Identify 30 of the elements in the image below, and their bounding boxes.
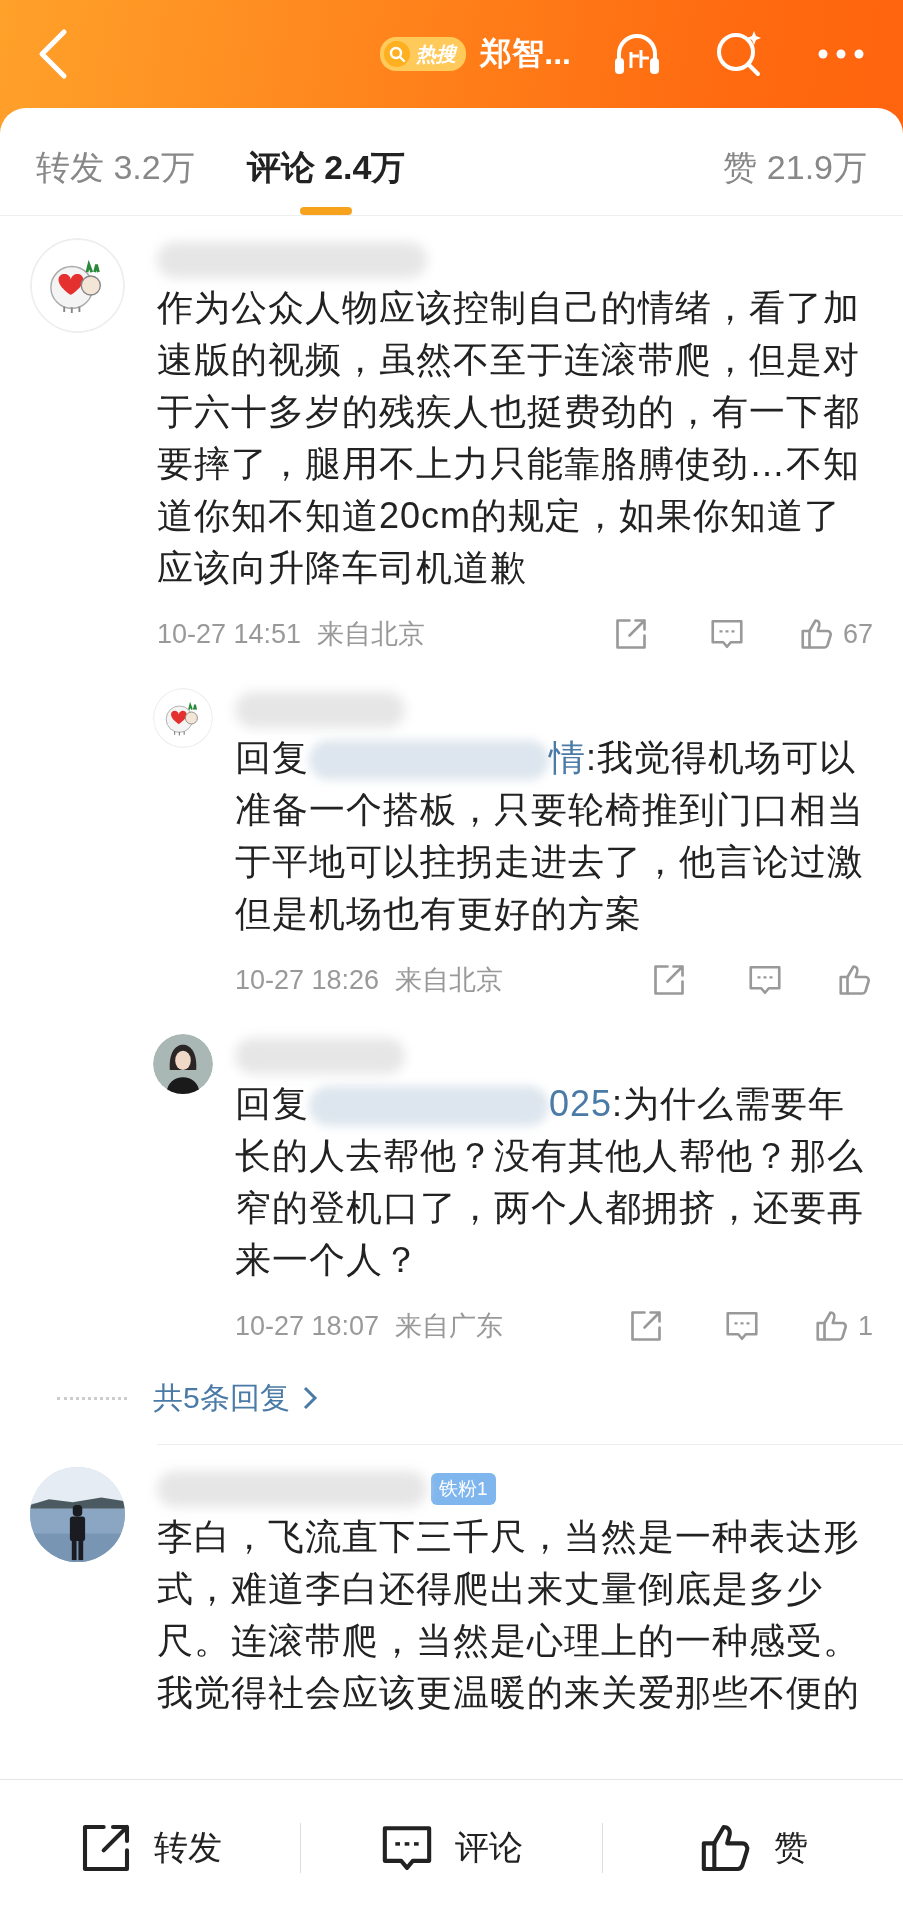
fan-badge: 铁粉1 (431, 1473, 496, 1505)
share-icon[interactable] (651, 962, 687, 998)
comment-button[interactable]: 评论 (301, 1819, 602, 1877)
sheep-avatar-icon[interactable] (30, 238, 125, 333)
topic-title[interactable]: 郑智... (480, 32, 571, 76)
like-count: 67 (842, 618, 873, 650)
avatar-icon[interactable] (153, 1034, 213, 1094)
tab[interactable]: 评论 2.4万 (246, 121, 406, 215)
comment-text: 作为公众人物应该控制自己的情绪，看了加速版的视频，虽然不至于连滚带爬，但是对于六十多岁的残疾人也挺费劲的，有一下都要摔了，腿用不上力只能靠胳膊使劲…不知道你知不知道20cm的规定，如果你知道了应该向升降车司机道歉 (157, 286, 861, 590)
reply-text: 回复 情:我觉得机场可以准备一个搭板，只要轮椅推到门口相当于平地可以拄拐走进去了，他言论过激但是机场也有更好的方案 (235, 736, 865, 936)
tab[interactable]: 转发 3.2万 (36, 121, 195, 215)
thumbs-up-icon[interactable] (837, 962, 873, 998)
chevron-right-icon (301, 1385, 318, 1411)
thumbs-up-icon[interactable] (813, 1308, 850, 1344)
more-replies-link[interactable]: 共5条回复 (153, 1377, 318, 1419)
comment-time: 10-27 18:26 (235, 964, 380, 996)
reply-text: 回复 025:为什么需要年长的人去帮他？没有其他人帮他？那么窄的登机口了，两个人都拥挤，还要再来一个人？ (235, 1082, 865, 1282)
comment-text: 李白，飞流直下三千尺，当然是一种表达形式，难道李白还得爬出来丈量倒底是多少尺。连滚带爬，当然是心理上的一种感受。我觉得社会应该更温暖的来关爱那些不便的 (157, 1515, 861, 1715)
comment-time: 10-27 14:51 (157, 618, 302, 650)
search-icon (384, 41, 411, 67)
share-button[interactable]: 转发 (0, 1819, 301, 1877)
tab[interactable]: 赞 21.9万 (723, 121, 867, 215)
comment-location: 来自广东 (395, 1310, 504, 1343)
like-button[interactable]: 赞 (602, 1819, 903, 1877)
sheep-avatar-icon[interactable] (153, 688, 213, 748)
like-count: 1 (857, 1310, 873, 1342)
comment-location: 来自北京 (395, 964, 504, 997)
thumbs-up-icon[interactable] (798, 616, 835, 652)
comment-time: 10-27 18:07 (235, 1310, 380, 1342)
comment-location: 来自北京 (317, 618, 426, 651)
